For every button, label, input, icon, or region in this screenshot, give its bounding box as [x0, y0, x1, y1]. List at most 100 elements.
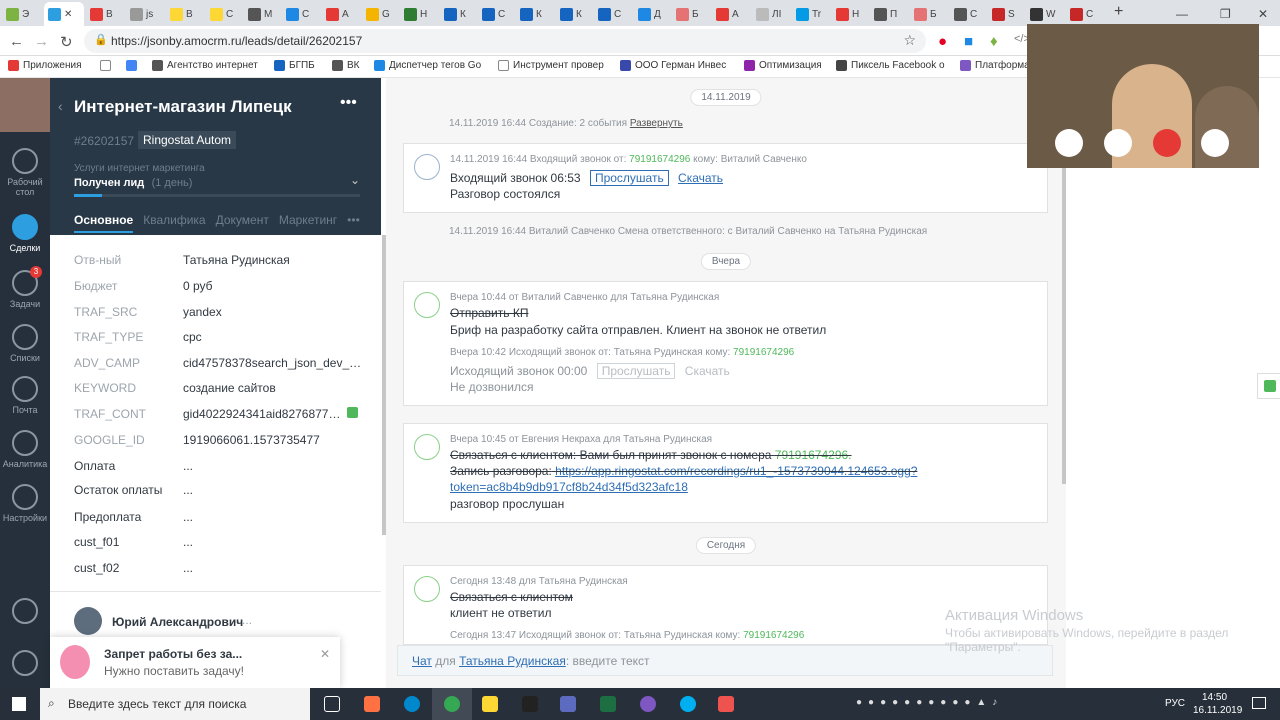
lead-title[interactable]: Интернет-магазин Липецк	[74, 97, 292, 117]
phone-link[interactable]: 79191674296	[733, 347, 794, 358]
chat-link[interactable]: Чат	[412, 654, 432, 668]
avatar[interactable]	[0, 78, 50, 132]
phone-link[interactable]: 79191674296	[629, 154, 690, 165]
browser-tab[interactable]: В	[90, 4, 113, 24]
popout-icon[interactable]	[1201, 129, 1229, 157]
telegram-icon[interactable]	[404, 696, 420, 712]
browser-tab[interactable]: С	[482, 4, 505, 24]
phone-link[interactable]: 79191674296	[743, 630, 804, 641]
forward-icon[interactable]: →	[34, 33, 49, 50]
chat-user-link[interactable]: Татьяна Рудинская	[459, 654, 566, 668]
expand-link[interactable]: Развернуть	[630, 118, 683, 129]
minimize-icon[interactable]: —	[1176, 4, 1188, 24]
download-link[interactable]: Скачать	[685, 364, 730, 378]
listen-button[interactable]: Прослушать	[589, 170, 669, 186]
clock-date[interactable]: 16.11.2019	[1193, 705, 1242, 716]
listen-button[interactable]: Прослушать	[596, 363, 676, 379]
app-icon[interactable]	[482, 696, 498, 712]
browser-tab[interactable]: Б	[914, 4, 937, 24]
contact-more[interactable]: ...	[242, 613, 252, 627]
stage-select[interactable]: Получен лид (1 день) ⌄	[74, 173, 360, 191]
extension-icon[interactable]: ♦	[990, 33, 998, 50]
browser-tab[interactable]: А	[716, 4, 739, 24]
phone-widget-icon[interactable]	[1257, 373, 1280, 399]
browser-tab[interactable]: С	[210, 4, 233, 24]
nav-settings[interactable]: Настройки	[0, 484, 50, 523]
more-menu-icon[interactable]: •••	[340, 94, 357, 112]
bookmark-item[interactable]: Агентство интернет	[152, 60, 258, 71]
extension-icon[interactable]: ■	[964, 33, 973, 50]
back-icon[interactable]: ←	[9, 33, 24, 50]
browser-tab[interactable]: Н	[836, 4, 859, 24]
pinterest-extension-icon[interactable]: ●	[938, 33, 947, 50]
bookmark-apps[interactable]: Приложения	[8, 60, 82, 71]
phone-extension-icon[interactable]	[347, 407, 358, 418]
browser-tab[interactable]: С	[598, 4, 621, 24]
bookmark-item[interactable]: Диспетчер тегов Go	[374, 60, 481, 71]
viber-icon[interactable]	[640, 696, 656, 712]
bookmark-item[interactable]: Платформа	[960, 60, 1030, 71]
windows-start-icon[interactable]	[12, 697, 26, 711]
nav-mail[interactable]: Почта	[0, 376, 50, 415]
bookmark-star-icon[interactable]: ☆	[903, 32, 916, 49]
recording-link[interactable]: https://app.ringostat.com/recordings/ru1…	[555, 464, 917, 478]
reload-icon[interactable]: ↻	[60, 33, 73, 51]
task-view-icon[interactable]	[324, 696, 340, 712]
system-tray-icons[interactable]: ●●●●●●●●●●▲♪	[856, 697, 1003, 708]
bookmark-item[interactable]: Оптимизация	[744, 60, 822, 71]
app-icon[interactable]	[364, 696, 380, 712]
nav-chat[interactable]	[0, 650, 50, 679]
nav-support[interactable]	[0, 598, 50, 627]
browser-tab[interactable]: В	[170, 4, 193, 24]
phone-link[interactable]: 79191674296.	[775, 448, 852, 462]
browser-tab[interactable]: С	[954, 4, 977, 24]
window-close-icon[interactable]: ✕	[1258, 4, 1268, 24]
browser-tab[interactable]: А	[326, 4, 349, 24]
browser-tab[interactable]: Н	[404, 4, 427, 24]
taskbar-search[interactable]: ⌕ Введите здесь текст для поиска	[40, 688, 310, 720]
app-icon[interactable]	[718, 696, 734, 712]
contact-avatar[interactable]	[74, 607, 102, 635]
nav-lists[interactable]: Списки	[0, 324, 50, 363]
browser-tab[interactable]: W	[1030, 4, 1055, 24]
browser-tab[interactable]: js	[130, 4, 153, 24]
close-icon[interactable]: ✕	[320, 647, 330, 661]
app-icon[interactable]	[560, 696, 576, 712]
bookmark-item[interactable]: ООО Герман Инвес	[620, 60, 726, 71]
hang-up-icon[interactable]	[1153, 129, 1181, 157]
app-icon[interactable]	[522, 696, 538, 712]
back-arrow-icon[interactable]: ‹	[58, 98, 63, 114]
tab-marketing[interactable]: Маркетинг	[279, 213, 337, 233]
notification-icon[interactable]	[1252, 697, 1266, 709]
nav-dashboard[interactable]: Рабочий стол	[0, 148, 50, 197]
browser-tab[interactable]: П	[874, 4, 897, 24]
bookmark-item[interactable]: Пиксель Facebook о	[836, 60, 945, 71]
browser-tab[interactable]: С	[1070, 4, 1093, 24]
browser-tab[interactable]: Э	[6, 4, 29, 24]
nav-deals[interactable]: Сделки	[0, 214, 50, 253]
excel-icon[interactable]	[600, 696, 616, 712]
tab-main[interactable]: Основное	[74, 213, 134, 233]
chrome-icon[interactable]	[444, 696, 460, 712]
contact-name[interactable]: Юрий Александрович	[112, 615, 243, 629]
bookmark-item[interactable]: Инструмент провер	[498, 60, 604, 71]
browser-tab[interactable]: Д	[638, 4, 661, 24]
recording-link[interactable]: token=ac8b4b9db917cf8b24d34f5d323afc18	[450, 480, 688, 494]
restore-icon[interactable]: ❐	[1220, 4, 1231, 24]
nav-analytics[interactable]: Аналитика	[0, 430, 50, 469]
more-tabs-icon[interactable]: •••	[347, 213, 360, 233]
camera-icon[interactable]	[1104, 129, 1132, 157]
browser-tab[interactable]: G	[366, 4, 390, 24]
clock-time[interactable]: 14:50	[1202, 692, 1227, 703]
lead-tag[interactable]: Ringostat Autom	[138, 131, 237, 149]
browser-tab[interactable]: С	[286, 4, 309, 24]
tab-qualification[interactable]: Квалифика	[143, 213, 205, 233]
bookmark-item[interactable]	[126, 60, 137, 71]
url-field[interactable]: 🔒 https://jsonby.amocrm.ru/leads/detail/…	[84, 29, 926, 53]
bookmark-item[interactable]: ВК	[332, 60, 360, 71]
microphone-icon[interactable]	[1055, 129, 1083, 157]
close-icon[interactable]: ✕	[64, 9, 72, 20]
bookmark-item[interactable]: БГПБ	[274, 60, 315, 71]
browser-tab[interactable]: К	[444, 4, 466, 24]
nav-tasks[interactable]: Задачи 3	[0, 266, 50, 309]
